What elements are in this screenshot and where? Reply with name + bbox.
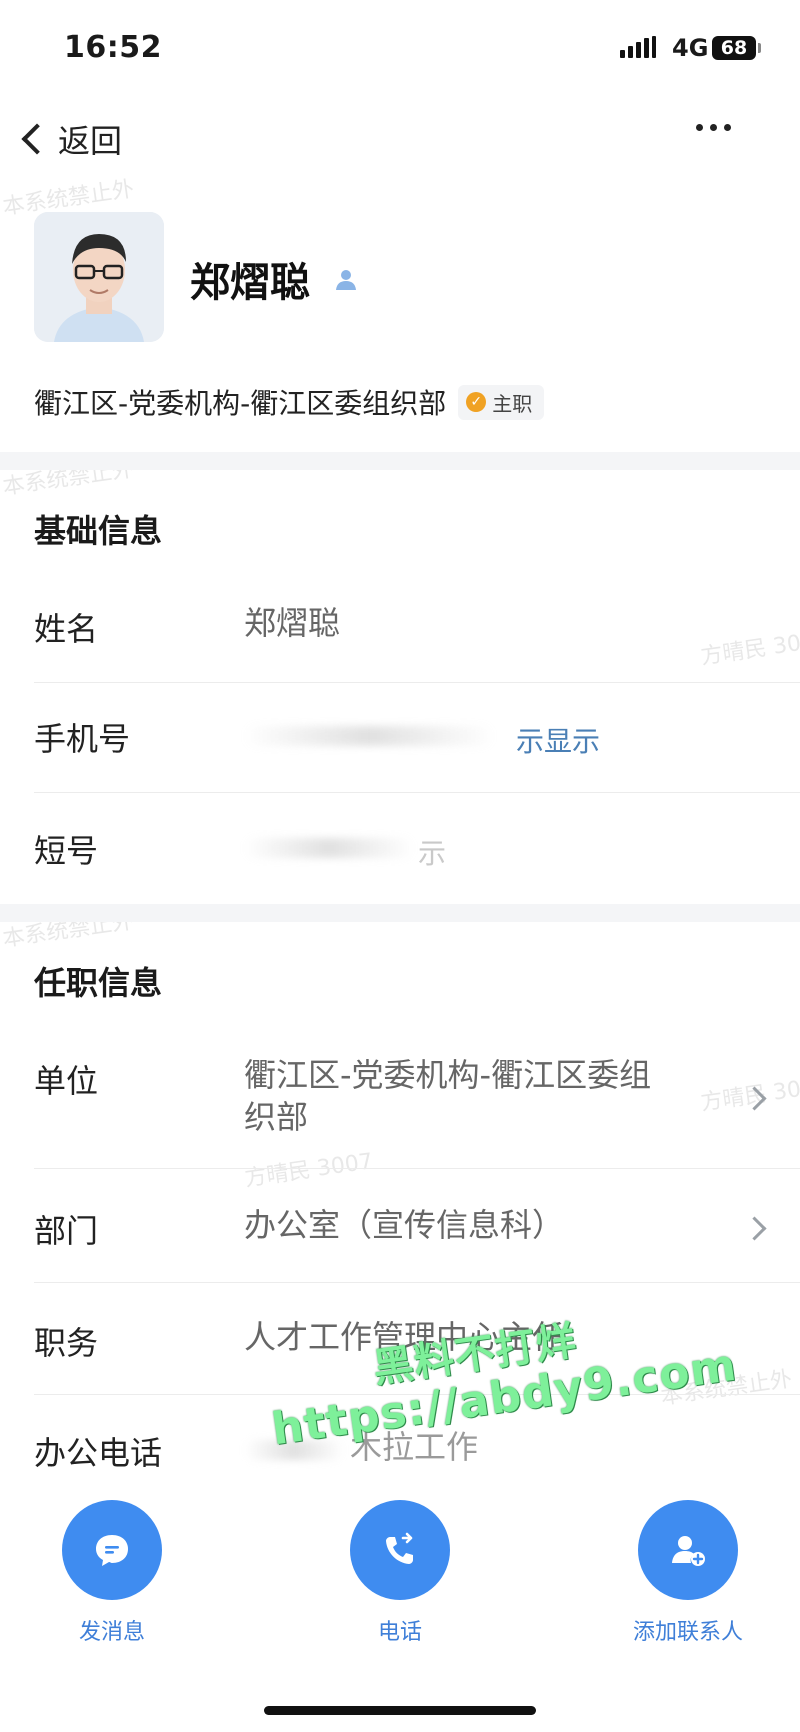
send-message-label: 发消息 <box>78 1620 145 1645</box>
badge-label: 主职 <box>492 391 533 416</box>
back-button[interactable]: 返回 <box>14 116 122 162</box>
department-label: 部门 <box>34 1212 99 1250</box>
mobile-value-redacted <box>244 726 494 746</box>
home-indicator <box>264 1706 536 1715</box>
watermark-name: 方晴民 3007 <box>699 627 800 670</box>
avatar[interactable] <box>34 212 164 342</box>
message-icon <box>62 1500 162 1600</box>
row-divider <box>34 792 800 793</box>
mobile-label: 手机号 <box>34 720 131 758</box>
short-number-label: 短号 <box>34 832 99 870</box>
add-contact-icon <box>638 1500 738 1600</box>
office-phone-label: 办公电话 <box>34 1434 163 1472</box>
basic-info-title: 基础信息 <box>34 512 163 550</box>
unit-label: 单位 <box>34 1062 99 1100</box>
phone-icon <box>350 1500 450 1600</box>
row-divider <box>34 1168 800 1169</box>
short-number-hint: 示 <box>418 837 447 870</box>
call-label: 电话 <box>377 1620 422 1645</box>
section-divider <box>0 452 800 470</box>
primary-position-badge: ✓ 主职 <box>458 384 545 420</box>
add-contact-button[interactable]: 添加联系人 <box>608 1500 768 1646</box>
job-info-title: 任职信息 <box>34 964 163 1002</box>
chevron-left-icon <box>21 123 53 155</box>
unit-value[interactable]: 衢江区-党委机构-衢江区委组织部 <box>244 1054 664 1138</box>
more-dot-icon <box>710 124 717 131</box>
add-contact-label: 添加联系人 <box>632 1620 743 1645</box>
more-button[interactable] <box>696 124 731 131</box>
org-path-line: 衢江区-党委机构-衢江区委组织部 ✓ 主职 <box>34 382 545 422</box>
more-dot-icon <box>696 124 703 131</box>
chevron-right-icon[interactable] <box>742 1216 767 1241</box>
name-label: 姓名 <box>34 610 99 648</box>
more-dot-icon <box>724 124 731 131</box>
network-type: 4G <box>672 34 709 62</box>
status-time: 16:52 <box>64 30 162 65</box>
send-message-button[interactable]: 发消息 <box>32 1500 192 1646</box>
position-label: 职务 <box>34 1324 99 1362</box>
row-divider <box>34 1282 800 1283</box>
profile-name: 郑熠聪 <box>190 260 310 306</box>
call-button[interactable]: 电话 <box>320 1500 480 1646</box>
mobile-show-link[interactable]: 示显示 <box>516 720 600 760</box>
org-path: 衢江区-党委机构-衢江区委组织部 <box>34 387 447 420</box>
department-value[interactable]: 办公室（宣传信息科） <box>244 1204 564 1246</box>
row-divider <box>34 682 800 683</box>
check-badge-icon: ✓ <box>466 392 487 412</box>
name-value: 郑熠聪 <box>244 604 341 642</box>
avatar-photo <box>34 212 164 342</box>
person-icon <box>336 270 356 290</box>
battery-icon: 68 <box>712 36 761 60</box>
back-label: 返回 <box>58 122 123 160</box>
short-number-redacted <box>244 838 414 858</box>
section-divider <box>0 904 800 922</box>
signal-icon <box>620 36 656 58</box>
